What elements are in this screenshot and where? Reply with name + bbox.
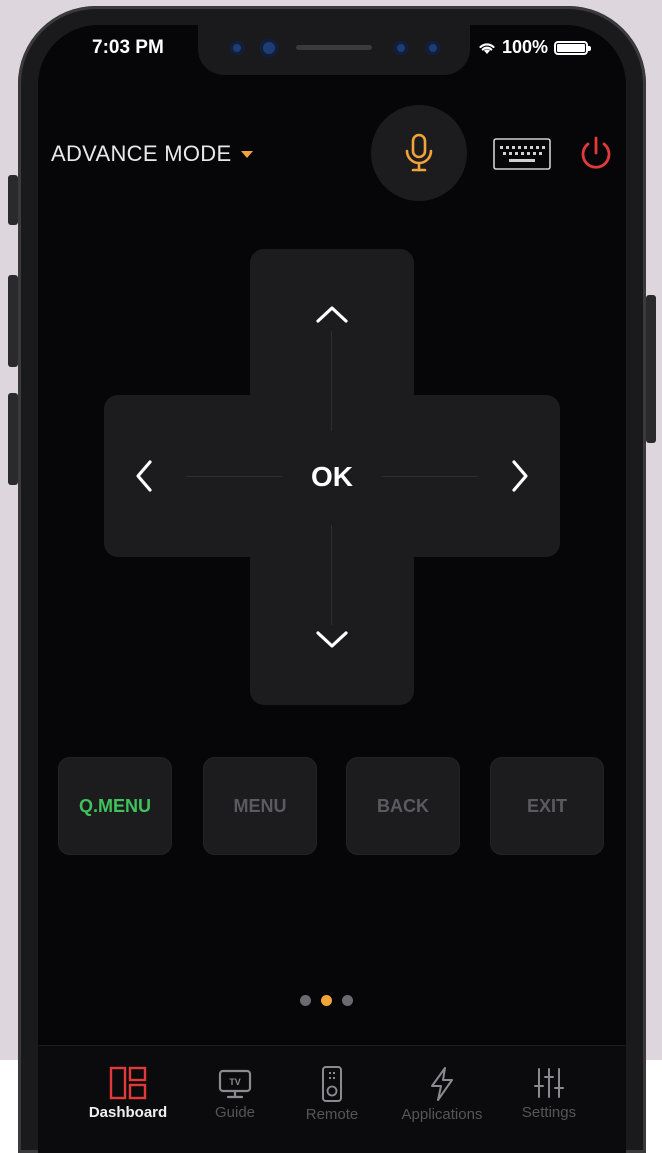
tab-label: Remote — [305, 1106, 359, 1123]
tab-applications[interactable]: Applications — [387, 1066, 497, 1146]
tab-label: Settings — [521, 1104, 577, 1121]
divider — [382, 476, 478, 477]
page-dot-active[interactable] — [321, 995, 332, 1006]
back-button[interactable]: BACK — [346, 757, 460, 855]
divider — [186, 476, 282, 477]
sensor-icon — [394, 41, 408, 55]
tab-guide[interactable]: TV Guide — [180, 1066, 290, 1146]
phone-volume-down — [8, 393, 18, 485]
mode-label: ADVANCE MODE — [51, 141, 232, 166]
lightning-icon — [431, 1067, 453, 1101]
sensor-icon — [426, 41, 440, 55]
app-screen: 7:03 PM 100% ADVANCE MODE OK Q.MENU MENU… — [38, 25, 626, 1153]
tab-label: Dashboard — [88, 1104, 168, 1121]
chevron-down-icon — [316, 631, 348, 648]
chevron-up-icon — [316, 306, 348, 323]
dpad-left-button[interactable] — [104, 395, 184, 557]
page-dot[interactable] — [300, 995, 311, 1006]
page-indicator — [300, 995, 353, 1006]
exit-button[interactable]: EXIT — [490, 757, 604, 855]
voice-button[interactable] — [371, 105, 467, 201]
mode-dropdown[interactable]: ADVANCE MODE — [51, 141, 254, 167]
remote-icon — [322, 1066, 342, 1102]
chevron-down-icon — [241, 150, 254, 158]
battery-icon — [554, 40, 592, 55]
keyboard-icon — [493, 138, 551, 170]
phone-volume-up — [8, 275, 18, 367]
menu-button[interactable]: MENU — [203, 757, 317, 855]
chevron-right-icon — [512, 460, 528, 492]
battery-percent: 100% — [502, 37, 549, 57]
camera-icon — [230, 41, 244, 55]
sliders-icon — [534, 1068, 564, 1098]
dpad-up-button[interactable] — [250, 249, 414, 379]
keyboard-button[interactable] — [492, 137, 552, 171]
tab-label: Guide — [214, 1104, 256, 1121]
phone-power-side — [646, 295, 656, 443]
tab-label: Applications — [401, 1106, 483, 1123]
wifi-icon — [479, 42, 495, 54]
qmenu-button[interactable]: Q.MENU — [58, 757, 172, 855]
dpad-right-button[interactable] — [480, 395, 560, 557]
ok-button[interactable]: OK — [282, 457, 382, 497]
tab-settings[interactable]: Settings — [494, 1066, 604, 1146]
dpad-down-button[interactable] — [250, 575, 414, 705]
status-time: 7:03 PM — [92, 37, 164, 58]
power-icon — [581, 136, 611, 169]
phone-notch — [198, 25, 470, 75]
camera-icon — [260, 39, 278, 57]
function-button-row: Q.MENU MENU BACK EXIT — [58, 757, 604, 855]
power-button[interactable] — [576, 133, 616, 173]
page-dot[interactable] — [342, 995, 353, 1006]
tab-remote[interactable]: Remote — [277, 1066, 387, 1146]
tv-guide-icon: TV — [218, 1069, 252, 1099]
dashboard-icon — [109, 1066, 147, 1100]
dpad: OK — [104, 249, 560, 705]
tab-dashboard[interactable]: Dashboard — [73, 1066, 183, 1146]
status-indicators: 100% — [478, 37, 592, 58]
chevron-left-icon — [136, 460, 152, 492]
microphone-icon — [405, 133, 433, 172]
svg-text:TV: TV — [229, 1077, 241, 1087]
speaker-grille — [296, 45, 372, 50]
phone-side-button — [8, 175, 18, 225]
bottom-tab-bar: Dashboard TV Guide Remote Applications S… — [38, 1045, 626, 1153]
